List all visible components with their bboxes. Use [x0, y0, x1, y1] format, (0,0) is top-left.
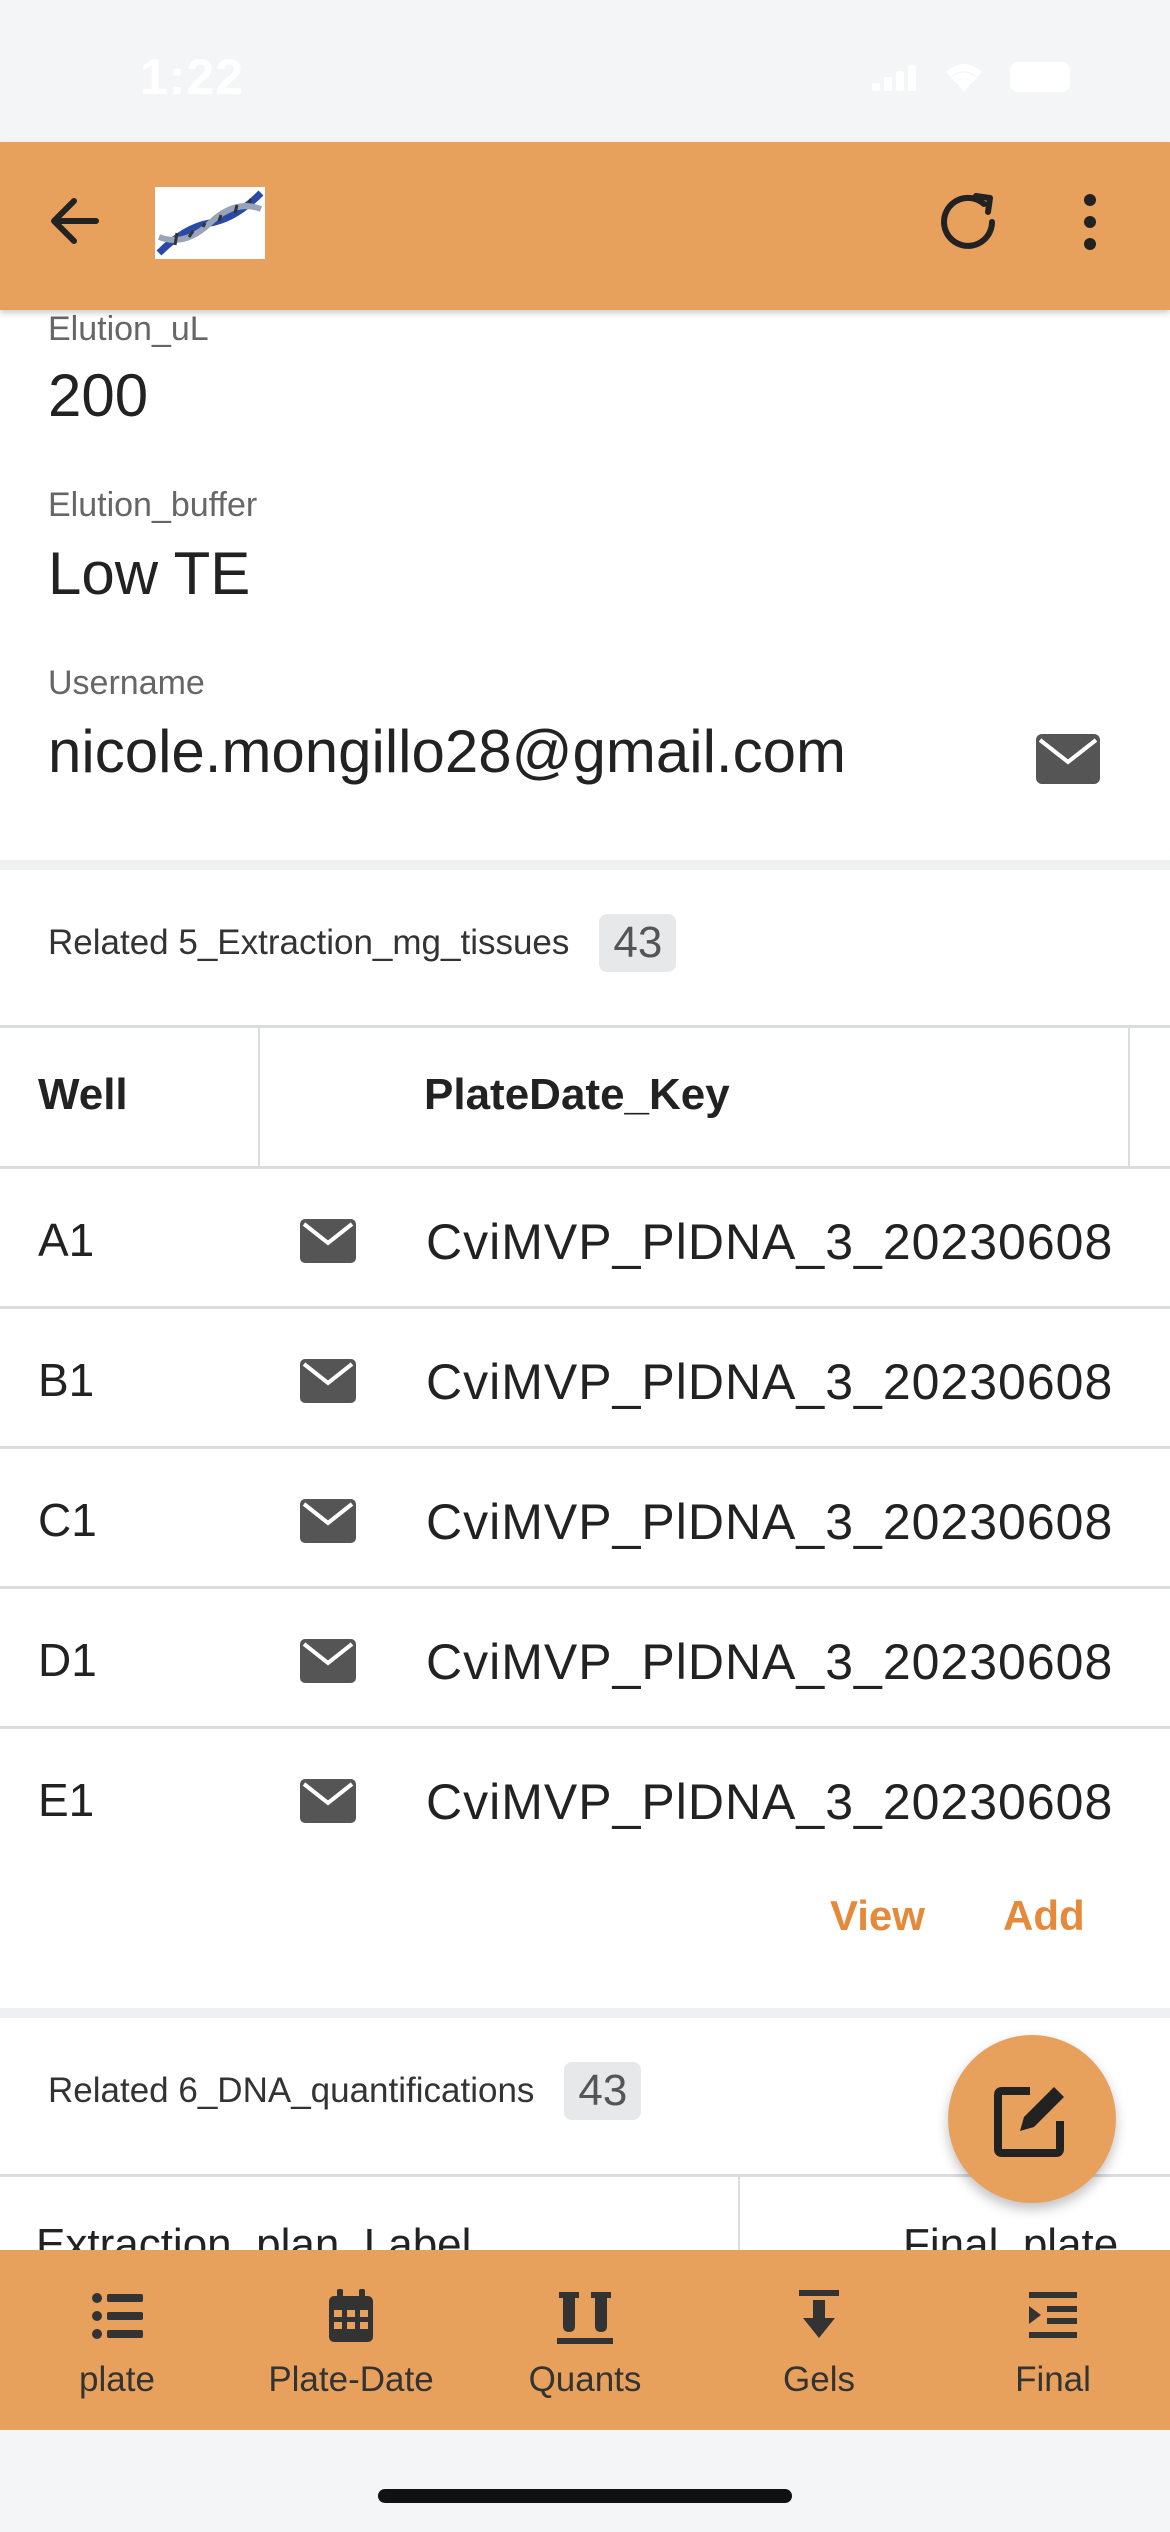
email-icon[interactable] [300, 1639, 356, 1683]
nav-label: Plate-Date [268, 2360, 434, 2399]
email-icon[interactable] [1036, 734, 1100, 784]
list-icon [92, 2293, 143, 2339]
count-badge: 43 [564, 2062, 642, 2120]
well-cell: D1 [38, 1634, 97, 1686]
related-quant-header[interactable]: Related 6_DNA_quantifications 43 [48, 2062, 642, 2120]
column-divider [1128, 1028, 1130, 1168]
calendar-icon [329, 2289, 373, 2342]
home-bar [0, 2430, 1170, 2532]
field-elution-buffer: Elution_buffer Low TE [48, 486, 257, 608]
nav-item-final[interactable]: Final [936, 2250, 1170, 2430]
wifi-icon [946, 64, 982, 92]
field-value: 200 [48, 362, 149, 429]
column-header-final-plate[interactable]: Final_plate [903, 2220, 1118, 2250]
status-bar: 1:22 [0, 0, 1170, 142]
table-row[interactable]: C1 CviMVP_PlDNA_3_20230608 [0, 1449, 1170, 1589]
field-label: Elution_uL [48, 310, 209, 348]
edit-icon [994, 2087, 1064, 2157]
platedate-key-cell: CviMVP_PlDNA_3_20230608 [426, 1634, 1114, 1690]
table-row[interactable]: E1 CviMVP_PlDNA_3_20230608 [0, 1729, 1170, 1869]
bottom-navigation: plate Plate-Date Quants Gels Final [0, 2250, 1170, 2430]
related-extraction-header[interactable]: Related 5_Extraction_mg_tissues 43 [48, 914, 677, 972]
email-icon[interactable] [300, 1499, 356, 1543]
field-label: Elution_buffer [48, 486, 258, 524]
field-label: Username [48, 664, 205, 702]
platedate-key-cell: CviMVP_PlDNA_3_20230608 [426, 1774, 1114, 1830]
email-icon[interactable] [300, 1359, 356, 1403]
app-bar [0, 142, 1170, 310]
platedate-key-cell: CviMVP_PlDNA_3_20230608 [426, 1354, 1114, 1410]
refresh-icon[interactable] [930, 182, 1010, 262]
related-title: Related 6_DNA_quantifications [48, 2071, 535, 2110]
nav-item-gels[interactable]: Gels [702, 2250, 936, 2430]
section-divider [0, 2008, 1170, 2018]
column-divider [738, 2177, 740, 2250]
table-row[interactable]: D1 CviMVP_PlDNA_3_20230608 [0, 1589, 1170, 1729]
nav-label: Final [1015, 2360, 1091, 2399]
status-icons [872, 60, 1070, 94]
nav-item-plate-date[interactable]: Plate-Date [234, 2250, 468, 2430]
download-icon [799, 2290, 839, 2338]
app-logo [155, 187, 265, 259]
email-icon[interactable] [300, 1779, 356, 1823]
column-header-well[interactable]: Well [38, 1070, 128, 1120]
battery-icon [1010, 62, 1070, 92]
well-cell: B1 [38, 1354, 95, 1406]
nav-label: plate [79, 2360, 155, 2399]
home-indicator[interactable] [378, 2489, 792, 2503]
field-value: nicole.mongillo28@gmail.com [48, 718, 846, 785]
record-detail: Elution_uL 200 Elution_buffer Low TE Use… [0, 310, 1170, 2250]
table-row[interactable]: B1 CviMVP_PlDNA_3_20230608 [0, 1309, 1170, 1449]
table-top-border [0, 1025, 1170, 1028]
well-cell: A1 [38, 1214, 95, 1266]
nav-label: Gels [783, 2360, 855, 2399]
column-header-extraction-plan-label[interactable]: Extraction_plan_Label [36, 2220, 471, 2250]
field-value: Low TE [48, 540, 251, 607]
more-vertical-icon[interactable] [1070, 182, 1110, 262]
test-tubes-icon [557, 2292, 613, 2344]
indent-icon [1029, 2292, 1077, 2338]
field-elution-ul: Elution_uL 200 [48, 310, 209, 430]
dna-logo-icon [155, 187, 265, 259]
nav-item-quants[interactable]: Quants [468, 2250, 702, 2430]
edit-fab-button[interactable] [948, 2035, 1116, 2203]
count-badge: 43 [599, 914, 677, 972]
view-button[interactable]: View [830, 1892, 925, 1940]
signal-icon [872, 63, 918, 91]
nav-item-plate[interactable]: plate [0, 2250, 234, 2430]
column-divider [258, 1028, 260, 1168]
nav-label: Quants [528, 2360, 642, 2399]
platedate-key-cell: CviMVP_PlDNA_3_20230608 [426, 1494, 1114, 1550]
section-divider [0, 860, 1170, 870]
back-arrow-icon[interactable] [40, 186, 110, 256]
column-header-platedate-key[interactable]: PlateDate_Key [424, 1070, 730, 1120]
related-title: Related 5_Extraction_mg_tissues [48, 923, 570, 962]
add-button[interactable]: Add [1003, 1892, 1085, 1940]
field-username: Username nicole.mongillo28@gmail.com [48, 664, 846, 786]
table-row[interactable]: A1 CviMVP_PlDNA_3_20230608 [0, 1169, 1170, 1309]
email-icon[interactable] [300, 1219, 356, 1263]
well-cell: E1 [38, 1774, 95, 1826]
platedate-key-cell: CviMVP_PlDNA_3_20230608 [426, 1214, 1114, 1270]
status-time: 1:22 [140, 49, 245, 105]
well-cell: C1 [38, 1494, 97, 1546]
